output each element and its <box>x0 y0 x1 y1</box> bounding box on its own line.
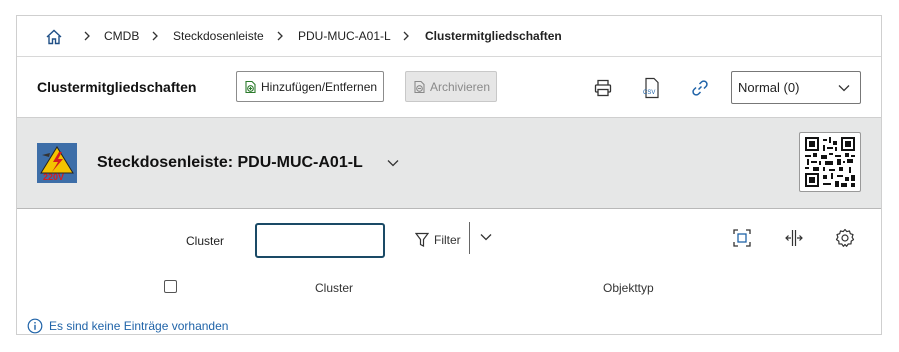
list-area: Cluster Filter Cluster Objekttyp Es sind… <box>17 208 881 334</box>
filter-divider <box>469 222 470 254</box>
object-image-text: 220V <box>43 172 64 182</box>
archive-button[interactable]: Archivieren <box>405 71 498 102</box>
archive-label: Archivieren <box>430 79 491 94</box>
filter-button-label: Filter <box>434 233 461 247</box>
qr-code[interactable] <box>799 132 861 192</box>
empty-state-text: Es sind keine Einträge vorhanden <box>49 319 229 333</box>
chevron-right-icon <box>403 31 409 41</box>
chevron-down-icon[interactable] <box>387 158 399 168</box>
chevron-down-icon <box>838 85 850 92</box>
printer-icon[interactable] <box>593 78 613 98</box>
fullscreen-icon[interactable] <box>732 228 752 248</box>
link-icon[interactable] <box>690 78 710 98</box>
filter-button[interactable]: Filter <box>415 230 461 250</box>
chevron-right-icon <box>277 31 283 41</box>
column-resize-icon[interactable] <box>784 228 804 248</box>
chevron-down-icon[interactable] <box>480 232 492 242</box>
select-all-checkbox[interactable] <box>164 280 177 293</box>
breadcrumb-current: Clustermitgliedschaften <box>425 29 562 43</box>
add-remove-label: Hinzufügen/Entfernen <box>261 79 378 94</box>
column-header-cluster[interactable]: Cluster <box>315 281 353 295</box>
chevron-right-icon <box>84 31 90 41</box>
breadcrumb-item-object[interactable]: PDU-MUC-A01-L <box>298 29 391 43</box>
home-icon[interactable] <box>45 28 63 46</box>
filter-field-label: Cluster <box>186 234 225 248</box>
chevron-right-icon <box>152 31 158 41</box>
filter-icon <box>415 232 429 247</box>
breadcrumb: CMDB Steckdosenleiste PDU-MUC-A01-L Clus… <box>17 16 881 56</box>
breadcrumb-item-steckdosenleiste[interactable]: Steckdosenleiste <box>173 29 264 43</box>
page-title: Clustermitgliedschaften <box>37 79 197 95</box>
object-title: Steckdosenleiste: PDU-MUC-A01-L <box>97 154 363 171</box>
csv-icon-text: CSV <box>643 90 655 96</box>
main-panel: CMDB Steckdosenleiste PDU-MUC-A01-L Clus… <box>16 15 882 335</box>
qr-code-icon <box>805 137 855 187</box>
view-select[interactable]: Normal (0) <box>731 71 861 104</box>
cluster-filter-input[interactable] <box>255 223 385 258</box>
info-icon <box>27 318 43 334</box>
breadcrumb-item-cmdb[interactable]: CMDB <box>104 29 139 43</box>
csv-icon[interactable]: CSV <box>641 77 663 99</box>
archive-icon <box>414 80 425 93</box>
add-document-icon <box>245 80 256 93</box>
empty-state-message: Es sind keine Einträge vorhanden <box>27 318 228 334</box>
gear-icon[interactable] <box>835 228 855 248</box>
add-remove-button[interactable]: Hinzufügen/Entfernen <box>236 71 385 102</box>
view-select-value: Normal (0) <box>738 80 800 95</box>
object-type-image: 220V <box>37 143 77 183</box>
object-header: 220V Steckdosenleiste: PDU-MUC-A01-L <box>17 117 881 209</box>
toolbar: Clustermitgliedschaften Hinzufügen/Entfe… <box>17 56 881 118</box>
column-header-objekttyp[interactable]: Objekttyp <box>603 281 654 295</box>
